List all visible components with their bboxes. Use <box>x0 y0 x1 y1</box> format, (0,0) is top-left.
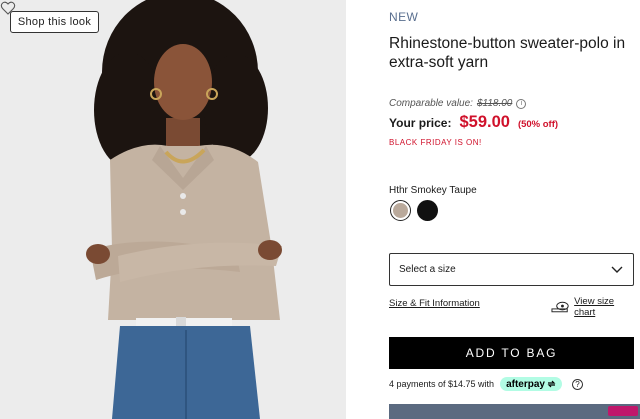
afterpay-arrows-icon <box>547 380 556 388</box>
size-chart-label: View size chart <box>574 296 615 318</box>
add-to-bag-button[interactable]: ADD TO BAG <box>389 337 634 369</box>
heart-icon[interactable] <box>0 0 16 16</box>
price-label: Your price: <box>389 116 452 130</box>
afterpay-brand: afterpay <box>506 378 545 390</box>
size-select-label: Select a size <box>399 264 456 275</box>
afterpay-row: 4 payments of $14.75 with afterpay ? <box>389 377 583 391</box>
promo-banner: BLACK FRIDAY IS ON! <box>389 138 482 147</box>
size-fit-link[interactable]: Size & Fit Information <box>389 298 480 309</box>
size-select[interactable]: Select a size <box>389 253 634 286</box>
discount-percent: (50% off) <box>517 119 559 130</box>
product-photo[interactable]: Shop this look <box>0 0 346 419</box>
chevron-down-icon <box>611 266 623 273</box>
swatch-taupe[interactable] <box>390 200 411 221</box>
measuring-tape-icon <box>551 301 569 313</box>
comparable-value: Comparable value: $118.00 i <box>389 98 527 109</box>
price-row: Your price: $59.00 (50% off) <box>389 113 558 132</box>
new-badge: NEW <box>389 10 419 24</box>
bottom-banner[interactable] <box>389 404 640 419</box>
selected-color-name: Hthr Smokey Taupe <box>389 185 477 196</box>
comparable-label: Comparable value: <box>389 98 473 109</box>
info-icon[interactable]: i <box>516 98 527 109</box>
help-icon[interactable]: ? <box>571 378 583 390</box>
afterpay-installments: 4 payments of $14.75 with <box>389 379 495 389</box>
product-title: Rhinestone-button sweater-polo in extra-… <box>389 35 626 71</box>
afterpay-logo[interactable]: afterpay <box>500 377 562 391</box>
corner-badge <box>608 406 638 416</box>
comparable-price: $118.00 <box>476 98 513 109</box>
model-image <box>0 0 346 419</box>
size-chart-link[interactable]: View size chart <box>551 296 635 318</box>
sale-price: $59.00 <box>459 113 510 131</box>
shop-this-look-button[interactable]: Shop this look <box>10 11 99 33</box>
swatch-black[interactable] <box>417 200 438 221</box>
